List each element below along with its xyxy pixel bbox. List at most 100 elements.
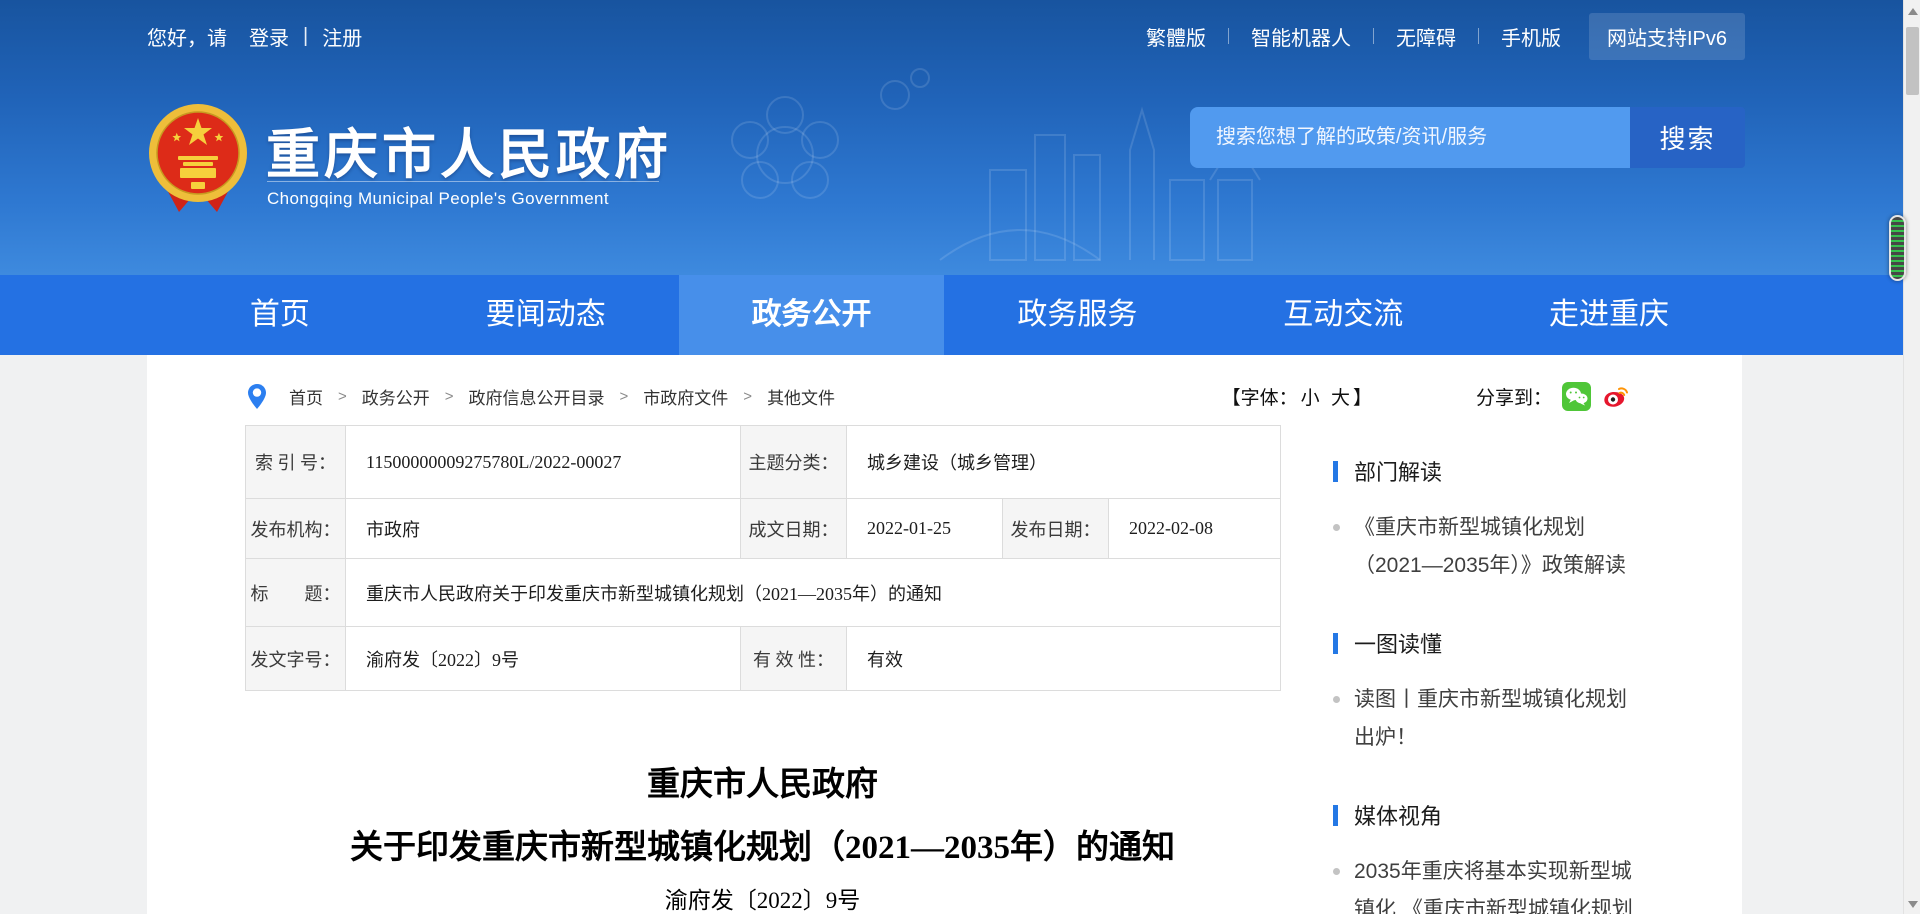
- bullet-dot-icon: [1333, 696, 1340, 703]
- share-tools: 分享到：: [1476, 382, 1630, 411]
- section-accent-bar: [1333, 461, 1338, 482]
- related-sidebar: 部门解读 《重庆市新型城镇化规划（2021—2035年）》政策解读 一图读懂 读…: [1333, 455, 1645, 914]
- font-size-space: [1323, 385, 1328, 407]
- page: 您好，请 登录 | 注册 繁體版 智能机器人 无障碍 手机版 网站支持IPv6: [0, 0, 1920, 914]
- breadcrumb-separator: >: [743, 388, 752, 405]
- font-smaller-button[interactable]: 小: [1301, 383, 1320, 410]
- scroll-up-arrow-icon[interactable]: [1908, 8, 1918, 15]
- scroll-down-arrow-icon[interactable]: [1908, 901, 1918, 908]
- section-title-text: 媒体视角: [1354, 799, 1442, 831]
- section-title: 一图读懂: [1333, 627, 1645, 659]
- breadcrumb-other-docs[interactable]: 其他文件: [767, 384, 835, 409]
- meta-label-topic: 主题分类：: [741, 426, 847, 499]
- section-title: 部门解读: [1333, 455, 1645, 487]
- table-row: 索 引 号： 11500000009275780L/2022-00027 主题分…: [246, 426, 1281, 499]
- meta-label-validity: 有 效 性：: [741, 627, 847, 691]
- topbar-separator: [1478, 28, 1479, 44]
- meta-value-index-no: 11500000009275780L/2022-00027: [346, 426, 741, 499]
- breadcrumb-city-gov-docs[interactable]: 市政府文件: [643, 384, 728, 409]
- topbar-separator: [1228, 28, 1229, 44]
- sidebar-section-infographic: 一图读懂 读图丨重庆市新型城镇化规划出炉！: [1333, 627, 1645, 757]
- document-meta-table: 索 引 号： 11500000009275780L/2022-00027 主题分…: [245, 425, 1281, 691]
- register-link[interactable]: 注册: [322, 22, 362, 51]
- meta-label-doc-no: 发文字号：: [246, 627, 346, 691]
- breadcrumb-home[interactable]: 首页: [289, 384, 323, 409]
- meta-label-issuer: 发布机构：: [246, 499, 346, 559]
- meta-label-written-date: 成文日期：: [741, 499, 847, 559]
- sidebar-item-text: 读图丨重庆市新型城镇化规划出炉！: [1354, 688, 1627, 749]
- bullet-dot-icon: [1333, 524, 1340, 531]
- scrollbar-thumb[interactable]: [1906, 27, 1919, 95]
- meta-value-issuer: 市政府: [346, 499, 741, 559]
- main-nav: 首页 要闻动态 政务公开 政务服务 互动交流 走进重庆: [0, 275, 1920, 355]
- nav-inner: 首页 要闻动态 政务公开 政务服务 互动交流 走进重庆: [147, 275, 1742, 355]
- accessibility-link[interactable]: 无障碍: [1396, 22, 1456, 51]
- section-title-text: 一图读懂: [1354, 627, 1442, 659]
- header-decoration-art: [690, 40, 1270, 275]
- meta-label-title: 标 题：: [246, 559, 346, 627]
- document-number: 渝府发〔2022〕9号: [245, 886, 1280, 914]
- document-title: 关于印发重庆市新型城镇化规划（2021—2035年）的通知: [245, 826, 1280, 870]
- search-input[interactable]: [1190, 107, 1630, 168]
- login-link[interactable]: 登录: [249, 22, 289, 51]
- nav-item-home[interactable]: 首页: [147, 275, 413, 355]
- meta-value-validity: 有效: [847, 627, 1281, 691]
- nav-item-gov-disclosure[interactable]: 政务公开: [679, 275, 945, 355]
- section-accent-bar: [1333, 805, 1338, 826]
- page-tools: 【字体： 小 大 】 分享到：: [1222, 382, 1630, 411]
- meta-value-written-date: 2022-01-25: [847, 499, 1003, 559]
- topbar: 您好，请 登录 | 注册 繁體版 智能机器人 无障碍 手机版 网站支持IPv6: [147, 0, 1745, 72]
- vertical-scrollbar[interactable]: [1903, 0, 1920, 914]
- font-size-label: 【字体：: [1222, 383, 1298, 410]
- title-divider-line: [267, 181, 659, 182]
- location-pin-icon: [247, 383, 267, 410]
- robot-assistant-link[interactable]: 智能机器人: [1251, 22, 1351, 51]
- share-label: 分享到：: [1476, 383, 1552, 410]
- section-title: 媒体视角: [1333, 799, 1645, 831]
- nav-item-gov-services[interactable]: 政务服务: [944, 275, 1210, 355]
- breadcrumb-row: 首页 > 政务公开 > 政府信息公开目录 > 市政府文件 > 其他文件 【字体：…: [247, 373, 1630, 419]
- font-size-label-close: 】: [1353, 383, 1372, 410]
- breadcrumb-gov-disclosure[interactable]: 政务公开: [362, 384, 430, 409]
- sidebar-item-text: 2035年重庆将基本实现新型城镇化 《重庆市新型城镇化规划（2021—2035年…: [1354, 860, 1633, 914]
- reader-progress-widget[interactable]: [1889, 215, 1906, 281]
- document-header: 重庆市人民政府 关于印发重庆市新型城镇化规划（2021—2035年）的通知 渝府…: [245, 690, 1280, 914]
- breadcrumb-separator: >: [338, 388, 347, 405]
- topbar-user-area: 您好，请 登录 | 注册: [147, 22, 362, 51]
- sidebar-item-text: 《重庆市新型城镇化规划（2021—2035年）》政策解读: [1354, 516, 1626, 577]
- breadcrumb-info-catalog[interactable]: 政府信息公开目录: [469, 384, 605, 409]
- site-title-english: Chongqing Municipal People's Government: [267, 189, 609, 209]
- meta-label-index-no: 索 引 号：: [246, 426, 346, 499]
- content-card: 首页 > 政务公开 > 政府信息公开目录 > 市政府文件 > 其他文件 【字体：…: [147, 355, 1742, 914]
- breadcrumb-separator: >: [620, 388, 629, 405]
- search-button[interactable]: 搜索: [1630, 107, 1745, 168]
- topbar-links: 繁體版 智能机器人 无障碍 手机版 网站支持IPv6: [1146, 13, 1745, 60]
- sidebar-item[interactable]: 2035年重庆将基本实现新型城镇化 《重庆市新型城镇化规划（2021—2035年…: [1333, 853, 1645, 914]
- meta-value-publish-date: 2022-02-08: [1109, 499, 1281, 559]
- font-larger-button[interactable]: 大: [1331, 383, 1350, 410]
- topbar-separator: [1373, 28, 1374, 44]
- topbar-divider: |: [303, 25, 308, 48]
- site-header: 您好，请 登录 | 注册 繁體版 智能机器人 无障碍 手机版 网站支持IPv6: [0, 0, 1920, 275]
- sidebar-item[interactable]: 《重庆市新型城镇化规划（2021—2035年）》政策解读: [1333, 509, 1645, 585]
- mobile-version-link[interactable]: 手机版: [1501, 22, 1561, 51]
- site-title[interactable]: 重庆市人民政府: [266, 110, 672, 189]
- section-title-text: 部门解读: [1354, 455, 1442, 487]
- document-issuing-org: 重庆市人民政府: [245, 763, 1280, 807]
- meta-value-topic: 城乡建设（城乡管理）: [847, 426, 1281, 499]
- sidebar-section-media-view: 媒体视角 2035年重庆将基本实现新型城镇化 《重庆市新型城镇化规划（2021—…: [1333, 799, 1645, 914]
- meta-value-title: 重庆市人民政府关于印发重庆市新型城镇化规划（2021—2035年）的通知: [346, 559, 1281, 627]
- sidebar-item[interactable]: 读图丨重庆市新型城镇化规划出炉！: [1333, 681, 1645, 757]
- national-emblem-logo[interactable]: [147, 98, 249, 216]
- traditional-chinese-link[interactable]: 繁體版: [1146, 22, 1206, 51]
- weibo-share-icon[interactable]: [1601, 382, 1630, 411]
- site-search: 搜索: [1190, 107, 1745, 168]
- nav-item-interaction[interactable]: 互动交流: [1210, 275, 1476, 355]
- breadcrumb-separator: >: [445, 388, 454, 405]
- nav-item-news[interactable]: 要闻动态: [413, 275, 679, 355]
- table-row: 发文字号： 渝府发〔2022〕9号 有 效 性： 有效: [246, 627, 1281, 691]
- wechat-share-icon[interactable]: [1562, 382, 1591, 411]
- nav-item-about-chongqing[interactable]: 走进重庆: [1476, 275, 1742, 355]
- meta-label-publish-date: 发布日期：: [1003, 499, 1109, 559]
- meta-value-doc-no: 渝府发〔2022〕9号: [346, 627, 741, 691]
